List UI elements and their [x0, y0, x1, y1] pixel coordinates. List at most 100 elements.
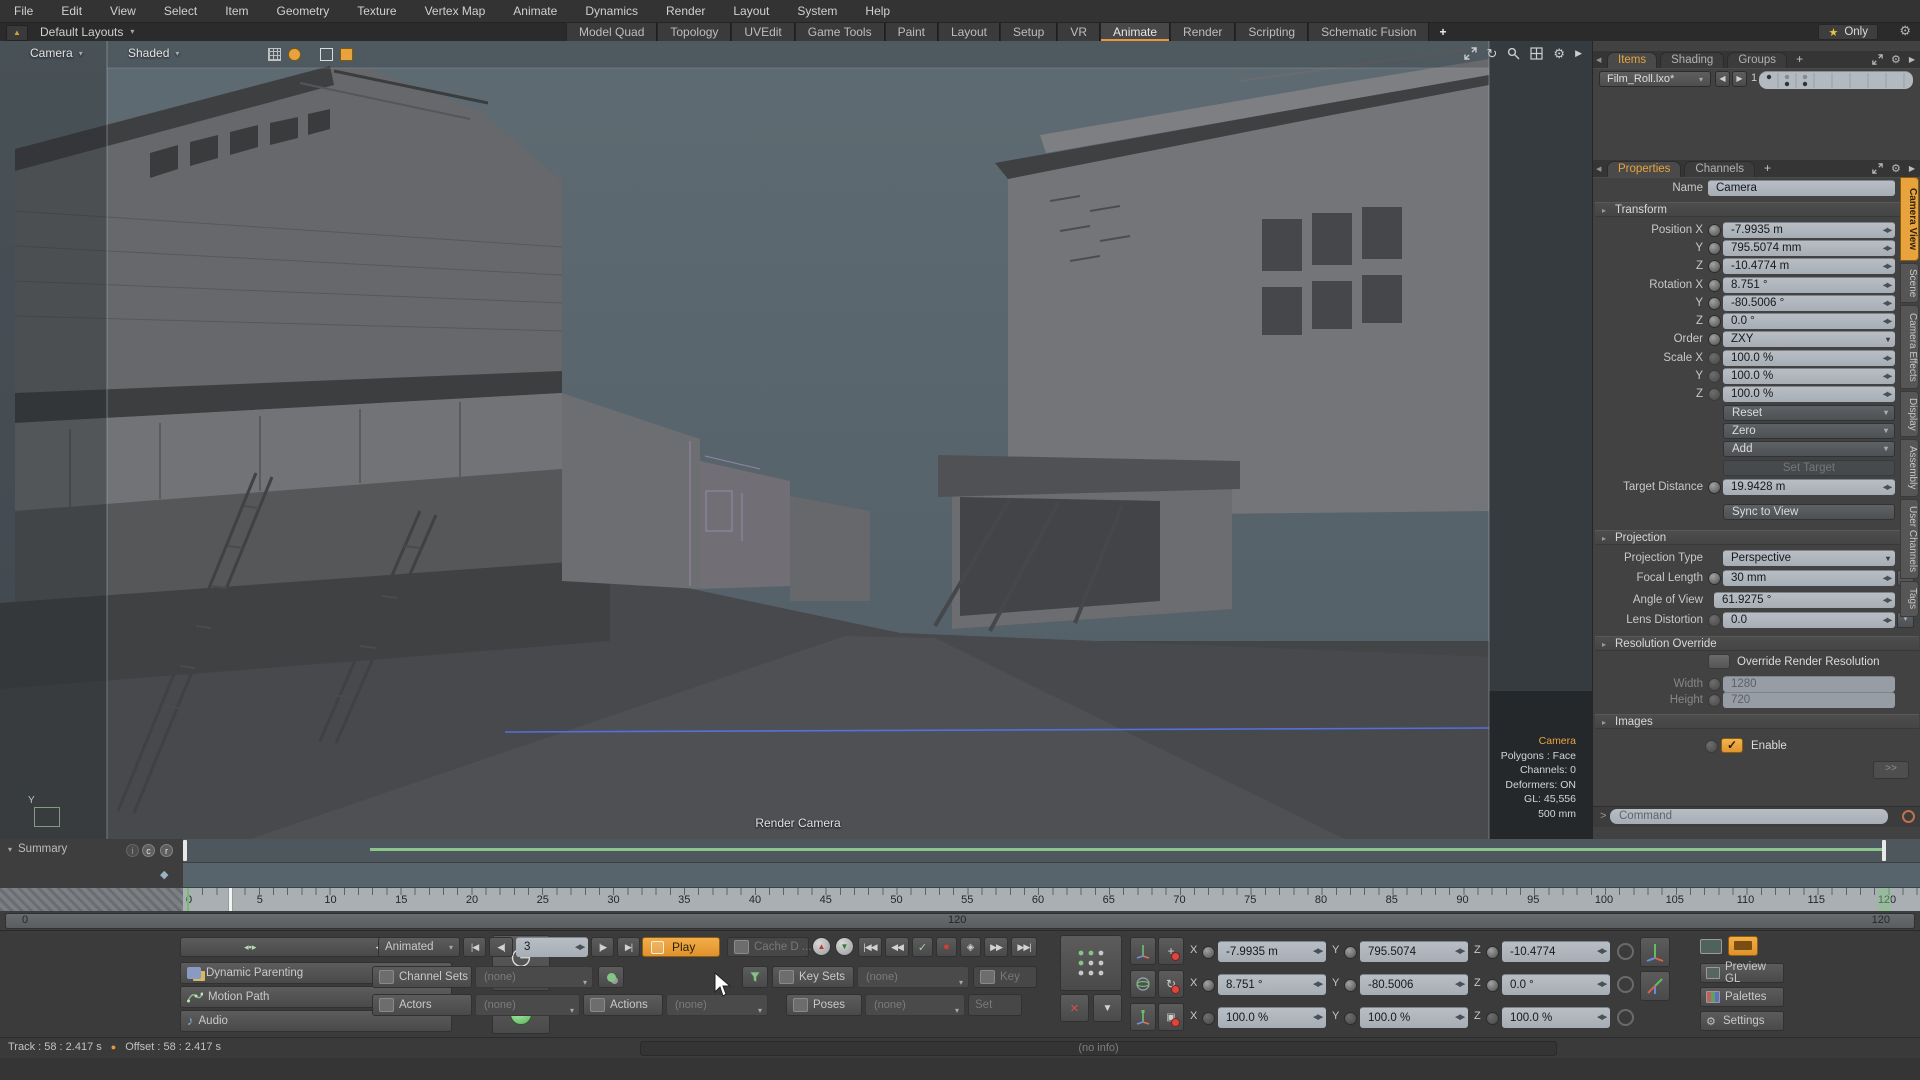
layout-preset-dropdown[interactable]: Default Layouts ▾ — [40, 24, 134, 40]
tab-properties[interactable]: Properties — [1607, 161, 1681, 177]
next-key-button[interactable]: ▶▶| — [1011, 937, 1037, 957]
tab-scripting[interactable]: Scripting — [1235, 23, 1308, 41]
disclosure-triangle-icon[interactable]: ▾ — [8, 845, 12, 854]
panel-arrow-icon[interactable]: ▶ — [1909, 164, 1915, 173]
command-history-icon[interactable] — [1902, 810, 1915, 823]
scrub-icon[interactable]: ◀▶ — [1883, 593, 1891, 608]
menu-item[interactable]: Edit — [47, 0, 96, 22]
panel-collapse-icon[interactable]: ◀ — [1596, 165, 1601, 173]
viewport-camera-menu[interactable]: Camera ▾ — [30, 46, 83, 60]
scale-z-field[interactable]: 100.0 %◀▶ — [1723, 386, 1895, 402]
key-state-circle[interactable] — [1617, 1009, 1634, 1026]
scale-tool-icon[interactable]: ▣ — [1158, 1003, 1184, 1031]
next-key-alt-button[interactable]: ▶▶ — [984, 937, 1008, 957]
menu-item[interactable]: Layout — [719, 0, 783, 22]
channel-toggle[interactable] — [1708, 297, 1721, 310]
side-tab-tags[interactable]: Tags — [1900, 581, 1919, 617]
channel-toggle[interactable] — [1708, 481, 1721, 494]
side-tab-user-channels[interactable]: User Channels — [1900, 499, 1919, 579]
scene-file-dropdown[interactable]: Film_Roll.lxo* ▾ — [1599, 71, 1711, 87]
name-field[interactable]: Camera — [1708, 180, 1895, 196]
animation-mode-dropdown[interactable]: Animated ▾ — [378, 937, 460, 957]
tab-model-quad[interactable]: Model Quad — [566, 23, 657, 41]
poses-none-dropdown[interactable]: (none) ▾ — [865, 994, 965, 1016]
images-section-header[interactable]: ▸Images — [1595, 714, 1919, 729]
panel-arrow-icon[interactable]: ▶ — [1909, 55, 1915, 64]
viewport-shading-menu[interactable]: Shaded ▾ — [128, 46, 179, 60]
world-axis-button[interactable] — [1640, 937, 1670, 967]
scale-x-field[interactable]: 100.0 %◀▶ — [1723, 350, 1895, 366]
transform-section-header[interactable]: ▸Transform — [1595, 202, 1919, 217]
expand-icon[interactable] — [1872, 163, 1883, 174]
scale-axes-icon[interactable] — [1130, 1003, 1156, 1031]
local-axis-button[interactable] — [1640, 971, 1670, 1001]
lens-distortion-field[interactable]: 0.0◀▶ — [1723, 612, 1895, 628]
channel-toggle[interactable] — [1202, 1012, 1215, 1025]
channel-toggle[interactable] — [1202, 979, 1215, 992]
channel-toggle[interactable] — [1708, 260, 1721, 273]
preview-gl-button[interactable]: Preview GL — [1700, 963, 1784, 983]
channel-toggle[interactable] — [1708, 279, 1721, 292]
info-toggle-button[interactable]: i — [126, 844, 139, 857]
scrub-icon[interactable]: ◀▶ — [1883, 278, 1891, 293]
current-frame-field[interactable]: 3 ◀▶ — [516, 937, 588, 957]
order-dropdown[interactable]: ZXY▾ — [1723, 331, 1895, 347]
increment-up-button[interactable]: ▲ — [812, 937, 831, 956]
tab-layout[interactable]: Layout — [938, 23, 1000, 41]
rotation-x-field[interactable]: 8.751 °◀▶ — [1723, 277, 1895, 293]
scrub-icon[interactable]: ◀▶ — [575, 938, 584, 957]
menu-item[interactable]: Vertex Map — [411, 0, 500, 22]
scrub-icon[interactable]: ◀▶ — [1883, 296, 1891, 311]
projection-type-dropdown[interactable]: Perspective▾ — [1723, 550, 1895, 566]
key-sets-none-dropdown[interactable]: (none) ▾ — [857, 966, 969, 988]
side-tab-assembly[interactable]: Assembly — [1900, 439, 1919, 497]
palettes-button[interactable]: Palettes — [1700, 987, 1784, 1007]
key-options-button[interactable]: ◈ — [960, 937, 981, 957]
channel-toggle[interactable] — [1708, 614, 1721, 627]
menu-item[interactable]: Dynamics — [571, 0, 652, 22]
scale-z-field[interactable]: 100.0 %◀▶ — [1502, 1007, 1610, 1028]
play-button[interactable]: Play — [642, 937, 720, 957]
channel-toggle[interactable] — [1486, 979, 1499, 992]
tab-groups[interactable]: Groups — [1727, 52, 1787, 68]
add-button[interactable]: Add▾ — [1723, 441, 1895, 457]
previous-key-button[interactable]: |◀◀ — [858, 937, 882, 957]
tab-render[interactable]: Render — [1170, 23, 1235, 41]
only-filter-button[interactable]: ★ Only — [1818, 24, 1878, 40]
range-end-handle[interactable] — [1882, 840, 1886, 861]
key-sets-button[interactable]: Key Sets — [772, 966, 854, 988]
active-layer-icon[interactable] — [340, 48, 353, 61]
menu-item[interactable]: Select — [150, 0, 211, 22]
actors-button[interactable]: Actors — [372, 994, 472, 1016]
tab-schematic-fusion[interactable]: Schematic Fusion — [1308, 23, 1429, 41]
scrub-icon[interactable]: ◀▶ — [1597, 975, 1606, 995]
gl-display-icon[interactable] — [1700, 939, 1722, 954]
channel-toggle[interactable] — [1708, 224, 1721, 237]
tab-vr[interactable]: VR — [1057, 23, 1100, 41]
gear-icon[interactable]: ⚙ — [1553, 47, 1565, 60]
item-visibility-grid[interactable] — [1759, 71, 1913, 89]
prev-scene-button[interactable]: ◀ — [1715, 71, 1730, 87]
angle-of-view-field[interactable]: 61.9275 °◀▶ — [1714, 592, 1895, 608]
channel-toggle[interactable] — [1202, 946, 1215, 959]
menu-item[interactable]: Render — [652, 0, 719, 22]
scrub-icon[interactable]: ◀▶ — [1455, 1008, 1464, 1028]
scrub-icon[interactable]: ◀▶ — [1883, 480, 1891, 495]
relationships-toggle-button[interactable]: r — [160, 844, 173, 857]
key-state-circle[interactable] — [1617, 943, 1634, 960]
tab-uvedit[interactable]: UVEdit — [731, 23, 794, 41]
command-input[interactable]: Command — [1610, 809, 1888, 824]
scrub-icon[interactable]: ◀▶ — [1883, 571, 1891, 586]
frame-ruler[interactable]: 0510152025303540455055606570758085909510… — [0, 888, 1920, 911]
move-axes-icon[interactable] — [1130, 937, 1156, 965]
channel-toggle[interactable] — [1708, 370, 1721, 383]
reset-button[interactable]: Reset▾ — [1723, 405, 1895, 421]
side-tab-camera-view[interactable]: Camera View — [1900, 177, 1919, 261]
track-area-2[interactable] — [183, 863, 1920, 888]
channel-toggle[interactable] — [1344, 979, 1357, 992]
channel-toggle[interactable] — [1708, 352, 1721, 365]
tab-shading[interactable]: Shading — [1660, 52, 1724, 68]
scrub-icon[interactable]: ◀▶ — [1883, 369, 1891, 384]
add-tab-button[interactable]: + — [1429, 23, 1456, 41]
step-back-button[interactable]: ◀| — [489, 937, 513, 957]
